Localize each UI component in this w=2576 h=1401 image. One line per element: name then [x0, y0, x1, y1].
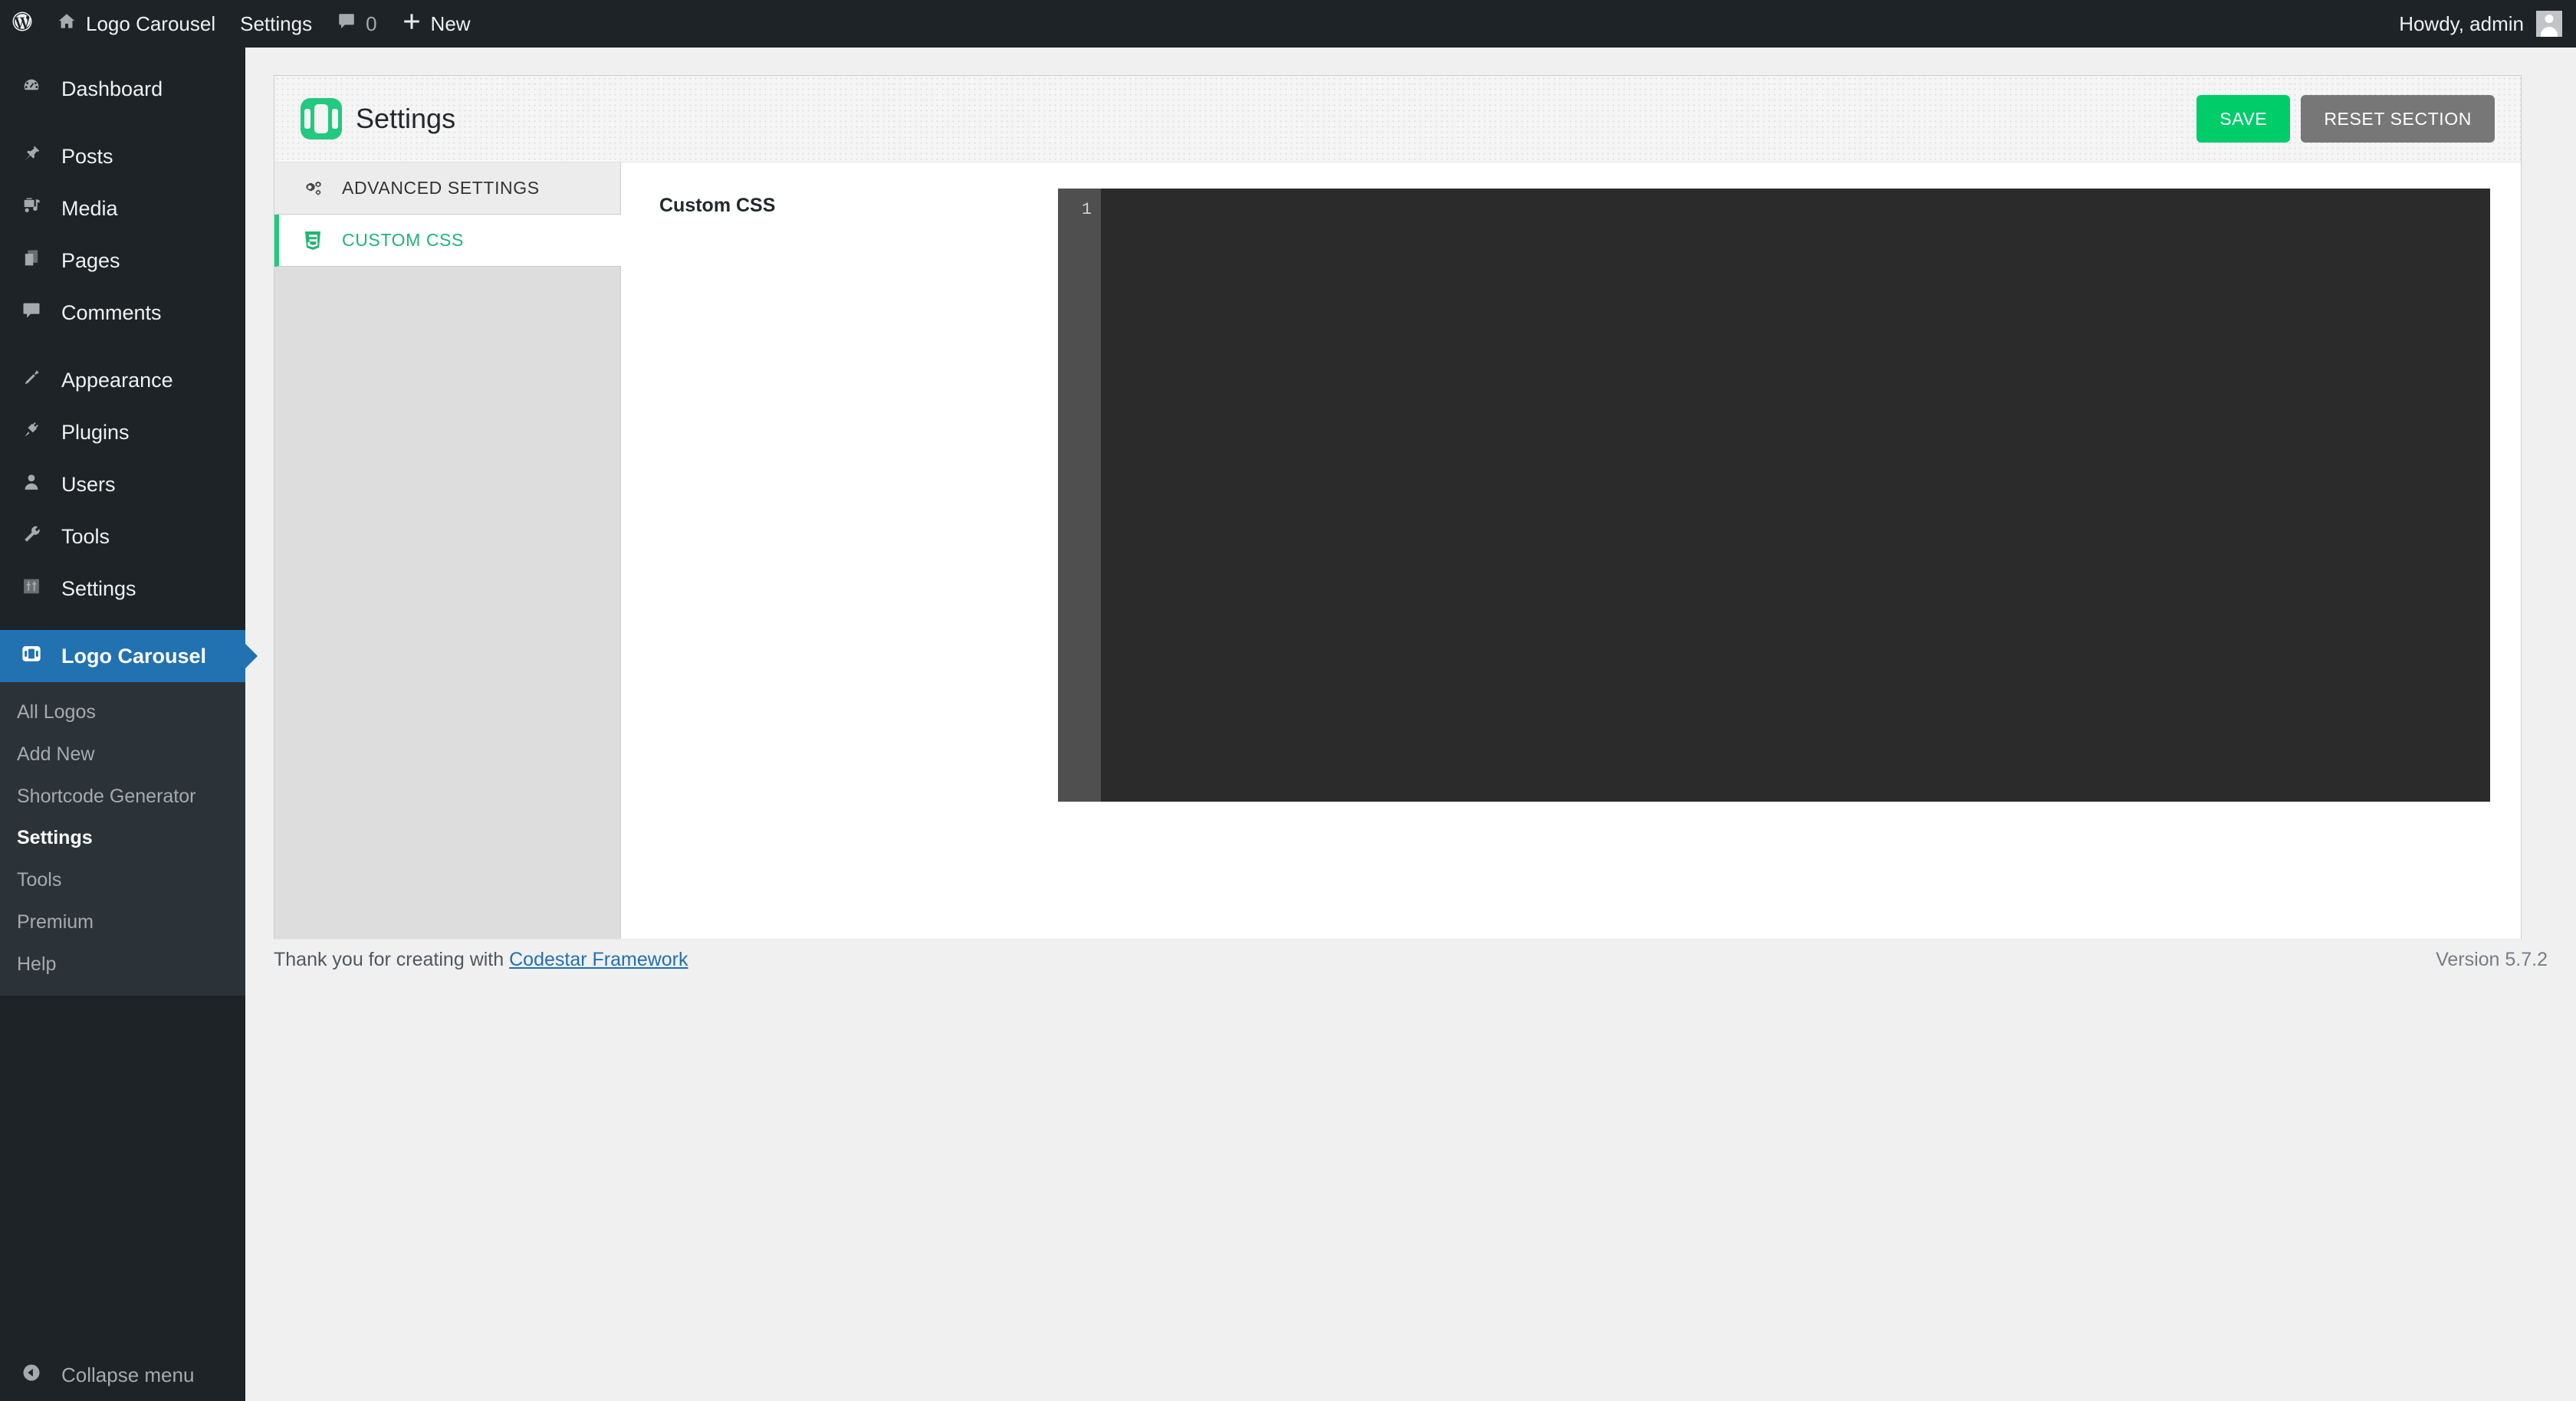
- page-title: Settings: [356, 103, 455, 135]
- sidebar-item-users[interactable]: Users: [0, 458, 245, 510]
- sidebar-item-label: Users: [61, 473, 116, 497]
- codestar-framework-link[interactable]: Codestar Framework: [509, 949, 688, 971]
- sidebar-item-label: Pages: [61, 249, 120, 273]
- sidebar-item-tools[interactable]: Tools: [0, 510, 245, 563]
- adminbar-new-content[interactable]: New: [389, 0, 483, 48]
- comments-icon: [15, 300, 48, 326]
- reset-section-button[interactable]: RESET SECTION: [2301, 95, 2495, 143]
- sidebar-item-pages[interactable]: Pages: [0, 235, 245, 287]
- sidebar-item-label: Tools: [61, 525, 110, 549]
- settings-fields-area: Custom CSS 1: [621, 162, 2521, 939]
- main-content: Settings SAVE RESET SECTION: [245, 48, 2576, 1401]
- tab-label: ADVANCED SETTINGS: [342, 178, 540, 199]
- submenu-item-add-new[interactable]: Add New: [0, 733, 245, 776]
- field-label: Custom CSS: [659, 189, 1058, 802]
- sidebar-item-label: Logo Carousel: [61, 645, 206, 668]
- footer-version: Version 5.7.2: [2436, 949, 2548, 971]
- code-editor-input[interactable]: [1101, 189, 2490, 802]
- home-icon: [57, 11, 77, 37]
- tab-advanced-settings[interactable]: ADVANCED SETTINGS: [274, 162, 620, 215]
- collapse-menu-label: Collapse menu: [61, 1363, 194, 1387]
- logo-carousel-brand-icon: [301, 98, 342, 139]
- settings-panel: Settings SAVE RESET SECTION: [274, 75, 2522, 939]
- css3-icon: [304, 231, 330, 251]
- field-custom-css: Custom CSS 1: [621, 189, 2521, 802]
- code-gutter-line-number: 1: [1058, 189, 1101, 802]
- code-editor[interactable]: 1: [1058, 189, 2490, 802]
- pages-icon: [15, 248, 48, 274]
- sidebar-item-label: Media: [61, 197, 118, 221]
- footer-thanks-text: Thank you for creating with: [274, 949, 504, 971]
- sidebar-item-label: Dashboard: [61, 77, 163, 101]
- sidebar-item-label: Plugins: [61, 421, 130, 445]
- adminbar-comment-count: 0: [366, 12, 376, 36]
- admin-bar: Logo Carousel Settings 0 New Howdy, admi…: [0, 0, 2576, 48]
- media-icon: [15, 195, 48, 222]
- admin-sidebar-menu: Dashboard Posts Media Pages: [0, 48, 245, 1401]
- adminbar-wp-logo[interactable]: [0, 0, 44, 48]
- sidebar-item-appearance[interactable]: Appearance: [0, 354, 245, 406]
- settings-icon: [15, 576, 48, 602]
- submenu-item-settings[interactable]: Settings: [0, 817, 245, 859]
- submenu-item-premium[interactable]: Premium: [0, 901, 245, 943]
- avatar: [2536, 11, 2562, 37]
- adminbar-site-name[interactable]: Logo Carousel: [44, 0, 228, 48]
- tab-custom-css[interactable]: CUSTOM CSS: [274, 215, 621, 267]
- submenu-item-shortcode-generator[interactable]: Shortcode Generator: [0, 776, 245, 818]
- appearance-icon: [15, 367, 48, 394]
- adminbar-settings-label: Settings: [240, 12, 312, 36]
- sidebar-item-label: Settings: [61, 577, 136, 601]
- wordpress-icon: [11, 10, 34, 38]
- sidebar-item-comments[interactable]: Comments: [0, 287, 245, 339]
- sidebar-item-label: Comments: [61, 301, 162, 325]
- sidebar-item-settings[interactable]: Settings: [0, 563, 245, 615]
- sidebar-item-plugins[interactable]: Plugins: [0, 406, 245, 458]
- submenu-item-help[interactable]: Help: [0, 943, 245, 986]
- adminbar-new-label: New: [431, 12, 471, 36]
- cogs-icon: [304, 179, 330, 198]
- submenu-item-all-logos[interactable]: All Logos: [0, 691, 245, 733]
- sidebar-item-media[interactable]: Media: [0, 182, 245, 235]
- howdy-label: Howdy, admin: [2399, 12, 2524, 36]
- tab-label: CUSTOM CSS: [342, 230, 464, 251]
- dashboard-icon: [15, 76, 48, 103]
- settings-tab-list: ADVANCED SETTINGS CUSTOM CSS: [274, 162, 621, 939]
- comment-icon: [337, 11, 356, 37]
- logo-carousel-icon: [15, 643, 48, 670]
- save-button[interactable]: SAVE: [2196, 95, 2290, 143]
- tools-icon: [15, 523, 48, 550]
- plugins-icon: [15, 419, 48, 446]
- settings-panel-body: ADVANCED SETTINGS CUSTOM CSS Custom CSS: [274, 162, 2521, 939]
- sidebar-item-dashboard[interactable]: Dashboard: [0, 63, 245, 115]
- adminbar-settings-link[interactable]: Settings: [228, 0, 324, 48]
- sidebar-item-label: Posts: [61, 145, 113, 169]
- panel-brand: Settings: [301, 98, 455, 139]
- panel-footer: Thank you for creating with Codestar Fra…: [274, 949, 2548, 971]
- sidebar-item-label: Appearance: [61, 369, 173, 392]
- submenu-item-tools[interactable]: Tools: [0, 859, 245, 901]
- adminbar-my-account[interactable]: Howdy, admin: [2399, 0, 2576, 48]
- sidebar-item-logo-carousel[interactable]: Logo Carousel: [0, 630, 245, 682]
- collapse-menu-button[interactable]: Collapse menu: [0, 1349, 245, 1401]
- plus-icon: [402, 11, 422, 37]
- users-icon: [15, 471, 48, 498]
- field-control: 1: [1058, 189, 2490, 802]
- adminbar-site-label: Logo Carousel: [86, 12, 215, 36]
- panel-action-buttons: SAVE RESET SECTION: [2196, 95, 2495, 143]
- collapse-arrow-icon: [15, 1362, 48, 1389]
- settings-panel-header: Settings SAVE RESET SECTION: [274, 76, 2521, 162]
- sidebar-submenu-logo-carousel: All Logos Add New Shortcode Generator Se…: [0, 682, 245, 996]
- adminbar-comments[interactable]: 0: [324, 0, 389, 48]
- pin-icon: [15, 143, 48, 170]
- sidebar-item-posts[interactable]: Posts: [0, 130, 245, 182]
